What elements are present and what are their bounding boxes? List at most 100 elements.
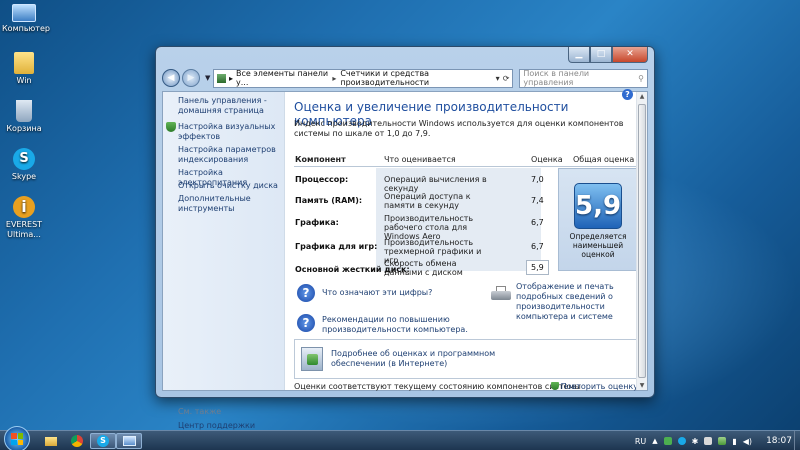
window-body: Панель управления - домашняя страница На… [162, 89, 648, 430]
chrome-icon [71, 435, 83, 447]
footer: Оценки соответствуют текущему состоянию … [294, 382, 638, 391]
taskbar-explorer[interactable] [38, 433, 64, 449]
table-row: Основной жесткий диск: Скорость обмена д… [294, 258, 556, 279]
sidebar-item-visual-effects[interactable]: Настройка визуальных эффектов [178, 122, 282, 142]
computer-icon [12, 4, 36, 22]
base-score-badge: 5,9 [574, 183, 622, 229]
breadcrumb-item[interactable]: Все элементы панели у... [236, 69, 328, 87]
folder-icon [45, 436, 57, 446]
scroll-up-icon[interactable]: ▲ [637, 93, 647, 100]
footer-status-text: Оценки соответствуют текущему состоянию … [294, 382, 581, 391]
breadcrumb-item[interactable]: Счетчики и средства производительности [340, 69, 495, 87]
row-measures: Скорость обмена данными с диском [384, 259, 463, 277]
desktop-icon-skype[interactable]: S Skype [2, 148, 46, 182]
rerun-assessment-link[interactable]: Повторить оценку [550, 382, 638, 391]
search-icon[interactable]: ⚲ [638, 74, 644, 83]
taskbar-control-panel[interactable] [116, 433, 142, 449]
minimize-button[interactable]: ▁ [568, 47, 590, 63]
base-score-panel: 5,9 Определяется наименьшей оценкой [558, 168, 638, 271]
main-content: ? Оценка и увеличение производительности… [286, 89, 647, 391]
breadcrumb-separator-icon: ▸ [332, 73, 337, 83]
row-component: Графика: [295, 218, 339, 227]
tray-skype-icon[interactable] [677, 437, 686, 445]
desktop-icon-label: EVEREST Ultima... [5, 220, 43, 239]
window-controls: ▁ □ ✕ [568, 47, 648, 63]
row-component: Память (RAM): [295, 196, 363, 205]
sidebar-item-home[interactable]: Панель управления - домашняя страница [178, 96, 282, 116]
print-details-link[interactable]: Отображение и печать подробных сведений … [516, 282, 634, 322]
everest-icon: i [13, 196, 35, 218]
forward-button[interactable]: ▶ [182, 69, 200, 87]
close-button[interactable]: ✕ [612, 47, 648, 63]
performance-window: ▁ □ ✕ ◀ ▶ ▼ ▸ Все элементы панели у... ▸… [155, 46, 655, 430]
tray-app-icon[interactable] [663, 437, 672, 445]
row-score: 6,7 [531, 218, 544, 227]
what-mean-link[interactable]: Что означают эти цифры? [322, 288, 432, 298]
search-placeholder: Поиск в панели управления [523, 69, 590, 87]
sidebar-item-advanced-tools[interactable]: Дополнительные инструменты [178, 194, 282, 214]
table-row: Процессор: Операций вычисления в секунду… [294, 170, 556, 193]
skype-icon: S [13, 148, 35, 170]
navigation-bar: ◀ ▶ ▼ ▸ Все элементы панели у... ▸ Счетч… [162, 67, 648, 89]
base-score-note: Определяется наименьшей оценкой [569, 232, 627, 259]
search-input[interactable]: Поиск в панели управления ⚲ [519, 68, 648, 88]
row-score: 7,0 [531, 175, 544, 184]
desktop-icon-label: Компьютер [2, 24, 50, 33]
shield-icon [550, 382, 559, 390]
row-score: 7,4 [531, 196, 544, 205]
taskbar: S RU ▲ ✱ ▮ ◀) 18:07 [0, 426, 800, 450]
rerun-label: Повторить оценку [560, 382, 638, 391]
taskbar-chrome[interactable] [64, 433, 90, 449]
table-header: Компонент Что оценивается Оценка Общая о… [294, 153, 638, 167]
desktop-icon-recycle-bin[interactable]: Корзина [2, 100, 46, 134]
language-indicator[interactable]: RU [635, 437, 646, 446]
volume-icon[interactable]: ◀) [743, 437, 752, 446]
vertical-scrollbar[interactable]: ▲ ▼ [636, 92, 647, 390]
clock[interactable]: 18:07 [766, 436, 792, 446]
scroll-thumb[interactable] [638, 104, 646, 378]
address-dropdown-icon[interactable]: ▾ [496, 74, 500, 83]
recycle-bin-icon [16, 100, 32, 122]
sidebar-item-disk-cleanup[interactable]: Открыть очистку диска [178, 181, 282, 191]
question-icon: ? [297, 314, 315, 332]
row-measures: Операций доступа к памяти в секунду [384, 192, 471, 210]
desktop-icon-label: Skype [11, 172, 37, 181]
windows-logo-icon [11, 433, 23, 445]
maximize-button[interactable]: □ [590, 47, 612, 63]
help-icon[interactable]: ? [622, 89, 633, 100]
row-score: 5,9 [526, 260, 549, 275]
desktop-icon-everest[interactable]: i EVEREST Ultima... [2, 196, 46, 240]
column-component: Компонент [295, 155, 346, 164]
sidebar-item-indexing[interactable]: Настройка параметров индексирования [178, 145, 282, 165]
tips-link[interactable]: Рекомендации по повышению производительн… [322, 315, 472, 335]
row-component: Процессор: [295, 175, 349, 184]
more-info-link[interactable]: Подробнее об оценках и программном обесп… [331, 349, 511, 369]
taskbar-skype[interactable]: S [90, 433, 116, 449]
scroll-down-icon[interactable]: ▼ [637, 382, 647, 389]
show-desktop-button[interactable] [794, 431, 800, 450]
row-score: 6,7 [531, 242, 544, 251]
table-row: Память (RAM): Операций доступа к памяти … [294, 191, 556, 212]
start-button[interactable] [4, 426, 30, 450]
sidebar: Панель управления - домашняя страница На… [163, 92, 285, 430]
column-base-score: Общая оценка [573, 155, 635, 164]
desktop-icon-computer[interactable]: Компьютер [2, 4, 50, 34]
control-panel-icon [217, 73, 227, 83]
software-box-icon [301, 347, 323, 371]
network-icon[interactable]: ▮ [732, 437, 736, 446]
flag-icon[interactable] [704, 437, 713, 445]
skype-icon: S [97, 435, 109, 447]
address-bar[interactable]: ▸ Все элементы панели у... ▸ Счетчики и … [213, 68, 514, 88]
table-row: Графика: Производительность рабочего сто… [294, 213, 556, 241]
desktop-icon-label: Корзина [6, 124, 42, 133]
refresh-icon[interactable]: ⟳ [503, 74, 510, 83]
desktop-icon-win[interactable]: Win [2, 52, 46, 86]
printer-icon [491, 286, 511, 302]
tray-expand-icon[interactable]: ▲ [652, 437, 657, 445]
system-tray: RU ▲ ✱ ▮ ◀) 18:07 [635, 431, 792, 450]
history-dropdown[interactable]: ▼ [205, 74, 210, 82]
battery-icon[interactable] [718, 437, 727, 445]
column-score: Оценка [531, 155, 563, 164]
bluetooth-icon[interactable]: ✱ [692, 437, 699, 446]
back-button[interactable]: ◀ [162, 69, 180, 87]
